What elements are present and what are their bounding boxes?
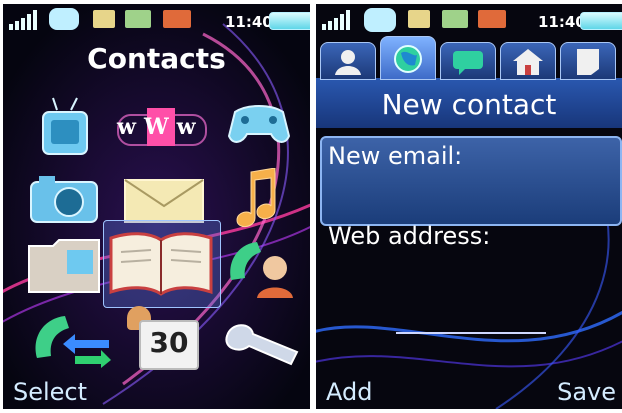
www-icon[interactable]: wWw [117,108,207,148]
page-title: New contact [381,88,557,121]
card-icon [93,10,115,28]
card-icon [408,10,430,28]
rss-icon [163,10,191,28]
status-bar: 11:40 [3,4,310,34]
message-icon [125,10,151,28]
web-address-field-value[interactable] [328,260,608,288]
softkey-select[interactable]: Select [13,378,87,406]
phone-contact-icon[interactable] [225,238,297,300]
email-field-label: New email: [328,142,463,170]
settings-wrench-icon[interactable] [225,318,301,366]
web-address-field-label: Web address: [328,222,491,250]
battery-icon [580,12,622,30]
camera-icon[interactable] [29,172,99,224]
signal-icon [322,10,350,30]
bluetooth-icon [364,8,396,32]
status-bar: 11:40 [316,4,622,34]
folder-icon[interactable] [27,236,101,294]
web-address-underline [396,332,546,334]
softkey-save[interactable]: Save [557,378,616,406]
call-log-icon[interactable] [31,310,111,370]
clock: 11:40 [538,13,586,31]
email-field-value[interactable] [328,180,608,208]
music-note-icon[interactable] [231,168,279,228]
message-icon [442,10,468,28]
book-icon[interactable] [109,230,213,298]
left-phone-screen: 11:40 Contacts wWw 30 Select [3,4,310,409]
gamepad-icon[interactable] [227,100,291,148]
home-tab-icon[interactable] [500,42,556,80]
tv-icon[interactable] [39,96,91,158]
clock: 11:40 [225,13,273,31]
rss-icon [478,10,506,28]
softkey-add[interactable]: Add [326,378,372,406]
envelope-icon[interactable] [123,176,205,224]
page-title: Contacts [87,42,226,75]
battery-icon [269,12,310,30]
bluetooth-icon [49,8,79,30]
alarm-calendar-icon[interactable]: 30 [123,306,199,370]
signal-icon [9,10,37,30]
note-tab-icon[interactable] [560,42,616,80]
person-tab-icon[interactable] [320,42,376,80]
chat-tab-icon[interactable] [440,42,496,80]
right-phone-screen: 11:40 New contact New email: Web address… [316,4,622,409]
globe-tab-icon[interactable] [380,36,436,80]
